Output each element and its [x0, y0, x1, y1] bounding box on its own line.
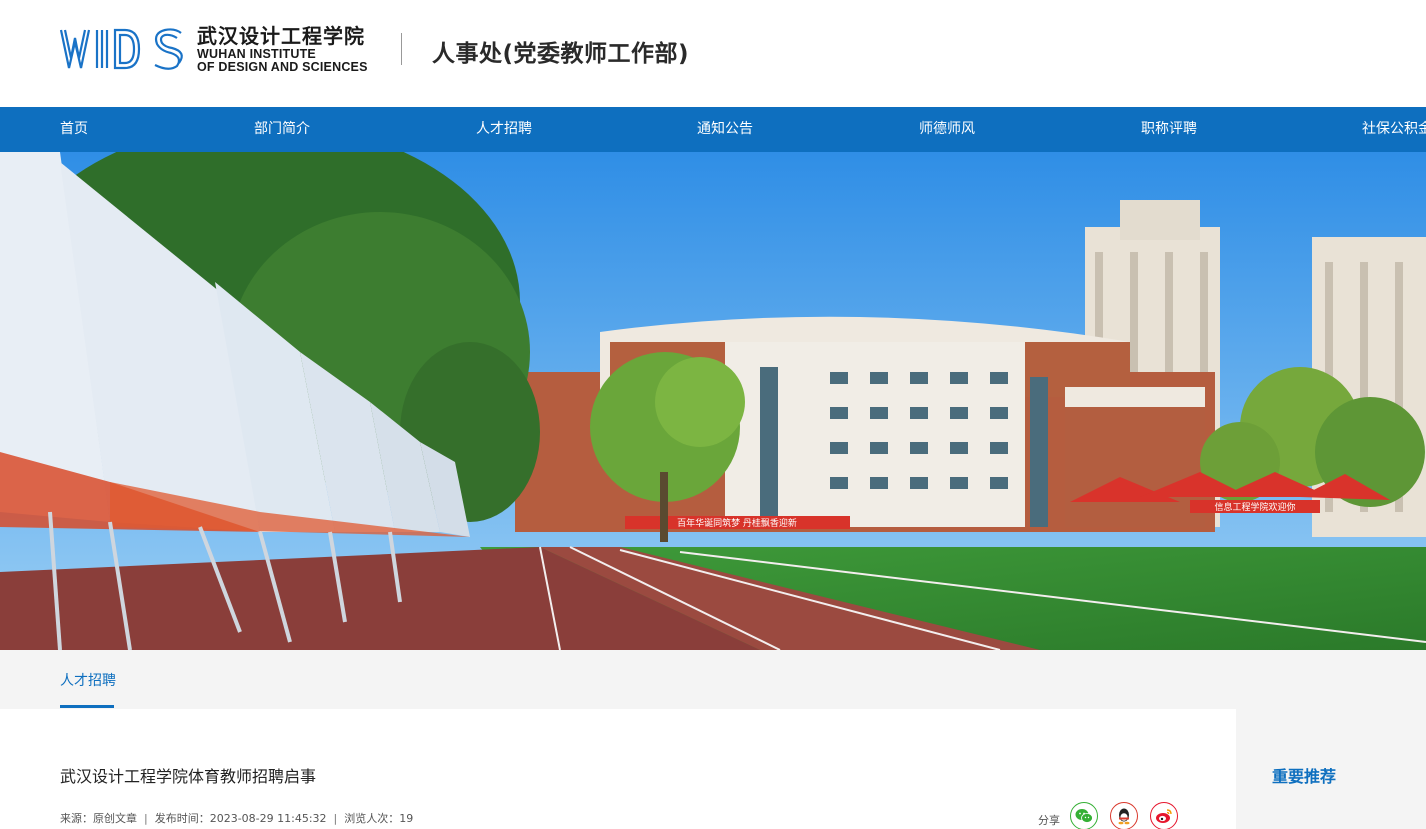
- article-panel: 武汉设计工程学院体育教师招聘启事 来源：原创文章 | 发布时间：2023-08-29…: [0, 709, 1236, 829]
- logo-text: 武汉设计工程学院 WUHAN INSTITUTE OF DESIGN AND S…: [197, 24, 368, 74]
- share-label: 分享: [1038, 814, 1060, 827]
- weibo-icon: [1156, 809, 1172, 823]
- campus-photo: 百年华诞同筑梦 丹桂飘香迎新 信息工程学院欢迎你: [0, 152, 1426, 650]
- meta-views: 浏览人次：19: [344, 812, 414, 825]
- article-meta: 来源：原创文章 | 发布时间：2023-08-29 11:45:32 | 浏览人次：19: [60, 810, 413, 826]
- nav-item-notices[interactable]: 通知公告: [697, 107, 753, 152]
- hero-banner: 百年华诞同筑梦 丹桂飘香迎新 信息工程学院欢迎你: [0, 152, 1426, 650]
- sidebar-title: 重要推荐: [1272, 767, 1337, 786]
- article-title: 武汉设计工程学院体育教师招聘启事: [60, 767, 317, 786]
- share-weibo-button[interactable]: [1150, 802, 1178, 829]
- nav-item-ethics[interactable]: 师德师风: [919, 107, 975, 152]
- breadcrumb-underline: [60, 705, 114, 708]
- department-title: 人事处(党委教师工作部): [432, 41, 690, 67]
- share-qq-button[interactable]: [1110, 802, 1138, 829]
- share-wechat-button[interactable]: [1070, 802, 1098, 829]
- school-name-en-line2: OF DESIGN AND SCIENCES: [197, 60, 368, 74]
- nav-item-home[interactable]: 首页: [60, 107, 88, 152]
- nav-item-recruitment[interactable]: 人才招聘: [476, 107, 532, 152]
- main-nav: 首页 部门简介 人才招聘 通知公告 师德师风 职称评聘 社保公积金: [0, 107, 1426, 152]
- nav-item-titles[interactable]: 职称评聘: [1141, 107, 1197, 152]
- wechat-icon: [1075, 809, 1093, 823]
- site-logo[interactable]: 武汉设计工程学院 WUHAN INSTITUTE OF DESIGN AND S…: [59, 24, 368, 74]
- header-divider: [401, 33, 402, 65]
- wids-logo-icon: [59, 28, 183, 70]
- nav-item-social-security[interactable]: 社保公积金: [1362, 107, 1426, 152]
- banner-slogan-left: 百年华诞同筑梦 丹桂飘香迎新: [677, 517, 797, 529]
- school-name-cn: 武汉设计工程学院: [197, 24, 365, 48]
- banner-slogan-right: 信息工程学院欢迎你: [1214, 501, 1295, 513]
- site-header: 武汉设计工程学院 WUHAN INSTITUTE OF DESIGN AND S…: [0, 0, 1426, 107]
- meta-source: 来源：原创文章: [60, 812, 137, 825]
- nav-item-about[interactable]: 部门简介: [254, 107, 310, 152]
- meta-date: 发布时间：2023-08-29 11:45:32: [154, 812, 327, 825]
- sidebar-recommend: 重要推荐: [1236, 709, 1426, 829]
- breadcrumb: 人才招聘: [0, 650, 1426, 709]
- meta-separator: |: [144, 812, 148, 825]
- breadcrumb-current[interactable]: 人才招聘: [60, 670, 116, 690]
- meta-separator: |: [333, 812, 338, 825]
- qq-icon: [1118, 808, 1130, 825]
